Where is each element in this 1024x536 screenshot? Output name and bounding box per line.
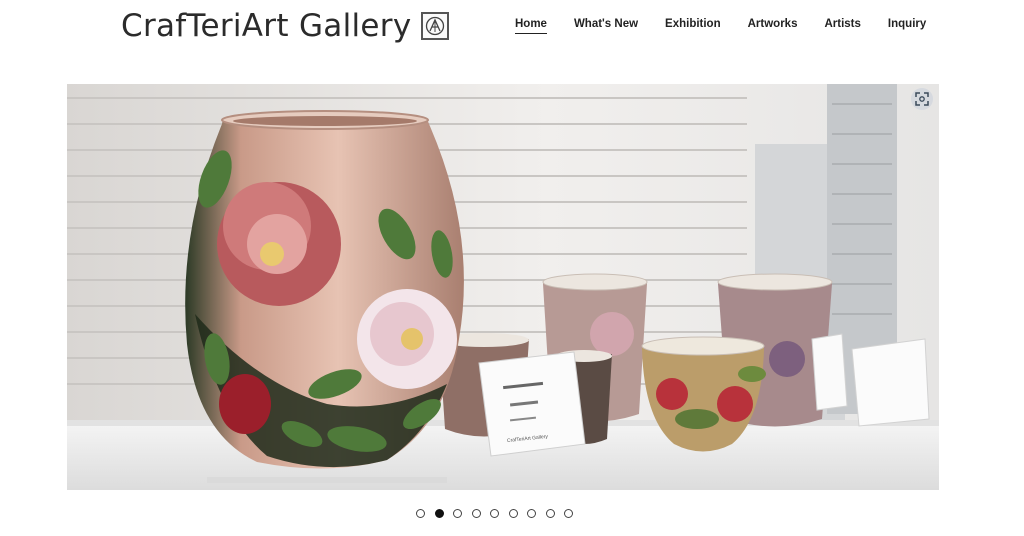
site-title[interactable]: CrafTeriArt Gallery xyxy=(121,6,411,46)
slider-pagination xyxy=(416,509,583,518)
main-nav: Home What's New Exhibition Artworks Arti… xyxy=(515,18,953,34)
nav-artists[interactable]: Artists xyxy=(824,18,860,34)
nav-exhibition[interactable]: Exhibition xyxy=(665,18,721,34)
slider-dot-1[interactable] xyxy=(416,509,425,518)
slider-dot-6[interactable] xyxy=(508,509,518,518)
monogram-seal-icon xyxy=(421,12,450,40)
nav-artworks[interactable]: Artworks xyxy=(748,18,798,34)
nav-home[interactable]: Home xyxy=(515,18,547,34)
site-header: CrafTeriArt Gallery Home What's New Exhi… xyxy=(0,0,1024,56)
expand-icon[interactable] xyxy=(911,88,933,110)
slider-dot-4[interactable] xyxy=(471,509,481,518)
nav-inquiry[interactable]: Inquiry xyxy=(888,18,926,34)
slider-dot-8[interactable] xyxy=(545,509,555,518)
artwork-label-card: CrafTeriArt Gallery xyxy=(478,351,586,457)
slider-dot-5[interactable] xyxy=(490,509,499,518)
slider-dot-3[interactable] xyxy=(453,509,462,518)
nav-whats-new[interactable]: What's New xyxy=(574,18,638,34)
site-logo[interactable]: CrafTeriArt Gallery xyxy=(121,6,450,46)
slider-dot-7[interactable] xyxy=(527,509,536,518)
pottery-display-photo: CrafTeriArt Gallery xyxy=(67,84,939,490)
slider-dot-9[interactable] xyxy=(564,509,573,518)
slider-dot-2[interactable] xyxy=(434,509,444,518)
hero-slide-image[interactable]: CrafTeriArt Gallery xyxy=(67,84,939,490)
